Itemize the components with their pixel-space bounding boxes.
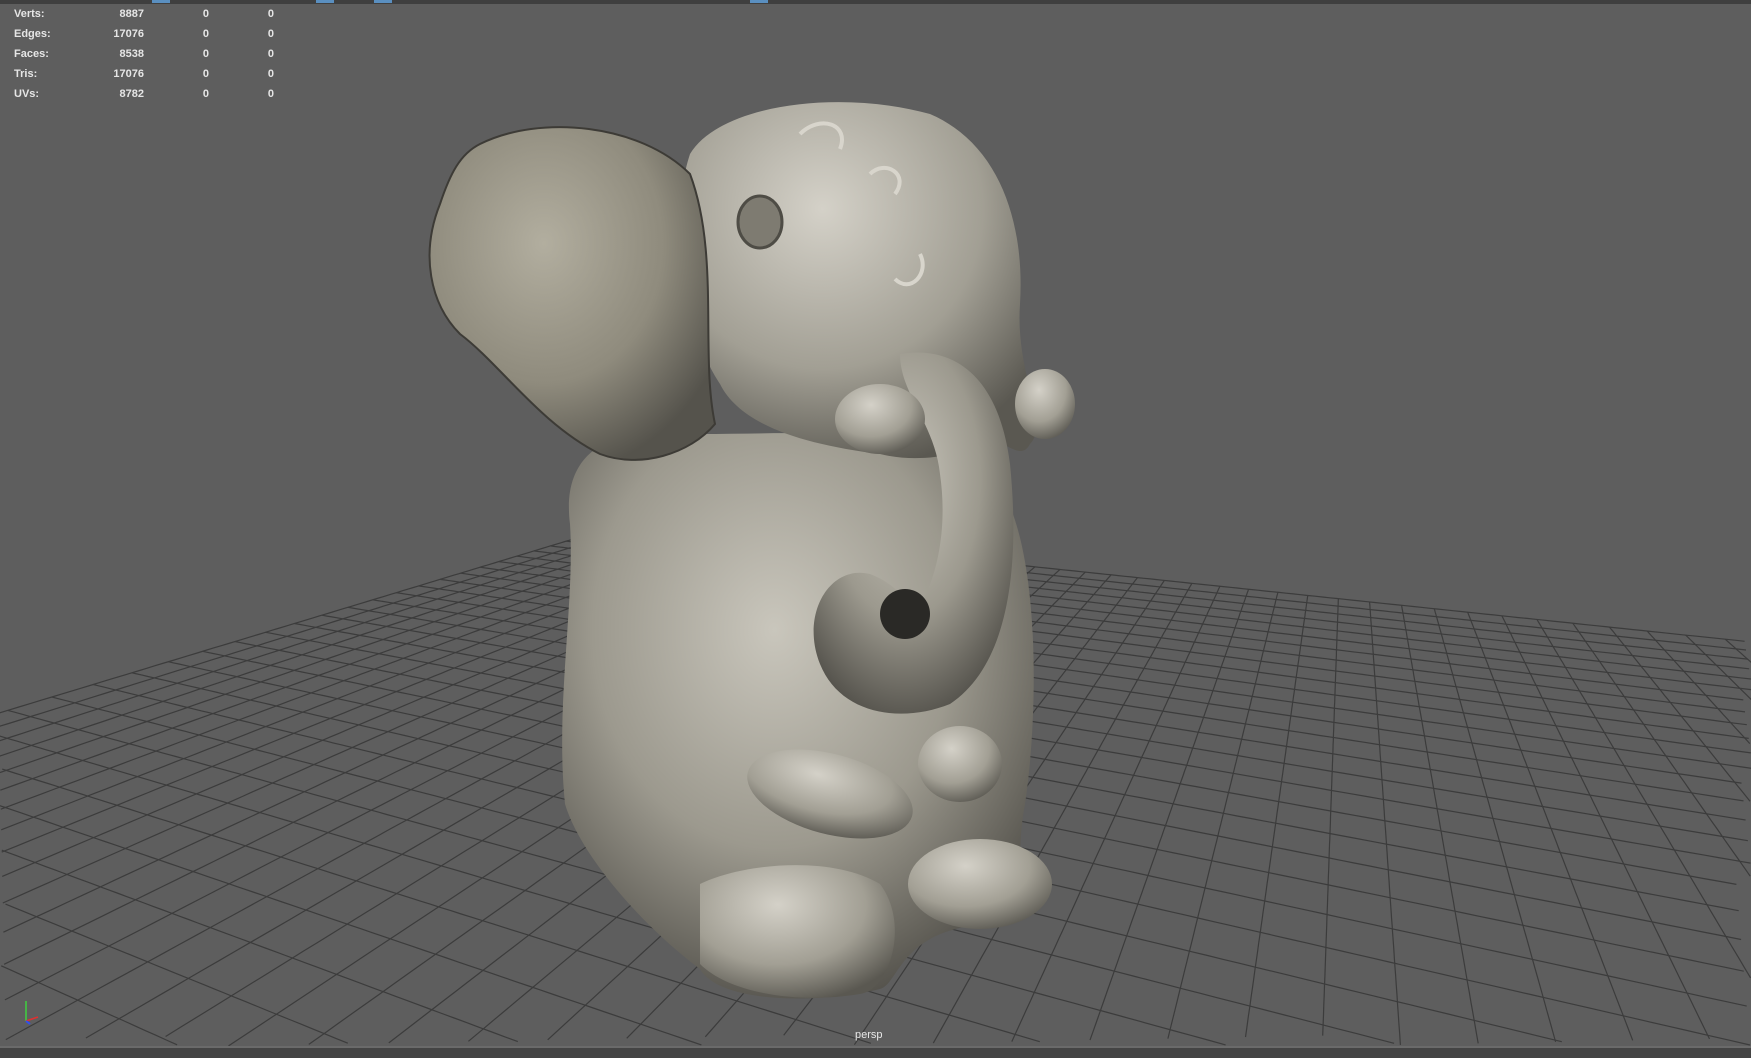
hud-label: UVs:: [14, 88, 40, 100]
poly-count-hud: Verts: 8887 0 0 Edges: 17076 0 0 Faces: 8538 0 0 Tri…: [14, 4, 274, 104]
toolbar-marker[interactable]: [374, 0, 392, 3]
elephant-ear-right: [1015, 369, 1075, 439]
hud-uv: 0: [267, 8, 274, 20]
hud-uv: 0: [267, 48, 274, 60]
trunk-tip: [880, 589, 930, 639]
toolbar-marker[interactable]: [750, 0, 768, 3]
hud-label: Edges:: [14, 28, 51, 40]
hud-label: Verts:: [14, 8, 45, 20]
elephant-model[interactable]: [0, 4, 1751, 1046]
hud-row: Faces: 8538 0 0: [14, 44, 274, 64]
hud-row: Edges: 17076 0 0: [14, 24, 274, 44]
hud-label: Tris:: [14, 68, 38, 80]
hud-sel: 0: [202, 88, 209, 100]
hud-row: Tris: 17076 0 0: [14, 64, 274, 84]
hud-uv: 0: [267, 88, 274, 100]
hud-label: Faces:: [14, 48, 49, 60]
toolbar-marker[interactable]: [316, 0, 334, 3]
hud-uv: 0: [267, 28, 274, 40]
hud-value: 8782: [119, 88, 144, 100]
hud-sel: 0: [202, 48, 209, 60]
hud-sel: 0: [202, 68, 209, 80]
hud-sel: 0: [202, 28, 209, 40]
hud-value: 17076: [113, 68, 144, 80]
bottom-panel-border: [0, 1046, 1751, 1058]
hud-value: 17076: [113, 28, 144, 40]
toolbar-marker[interactable]: [152, 0, 170, 3]
hud-uv: 0: [267, 68, 274, 80]
elephant-left-foot: [700, 865, 895, 998]
hud-value: 8887: [119, 8, 144, 20]
elephant-ear: [428, 126, 717, 461]
elephant-cheek: [835, 384, 925, 454]
elephant-eye: [736, 194, 784, 250]
hud-value: 8538: [119, 48, 144, 60]
elephant-hand-right: [918, 726, 1002, 802]
axis-gizmo-icon: [16, 995, 46, 1030]
hud-sel: 0: [202, 8, 209, 20]
camera-label: persp: [855, 1029, 883, 1041]
elephant-right-foot: [908, 839, 1052, 929]
3d-viewport[interactable]: [0, 4, 1751, 1046]
hud-row: UVs: 8782 0 0: [14, 84, 274, 104]
hud-row: Verts: 8887 0 0: [14, 4, 274, 24]
